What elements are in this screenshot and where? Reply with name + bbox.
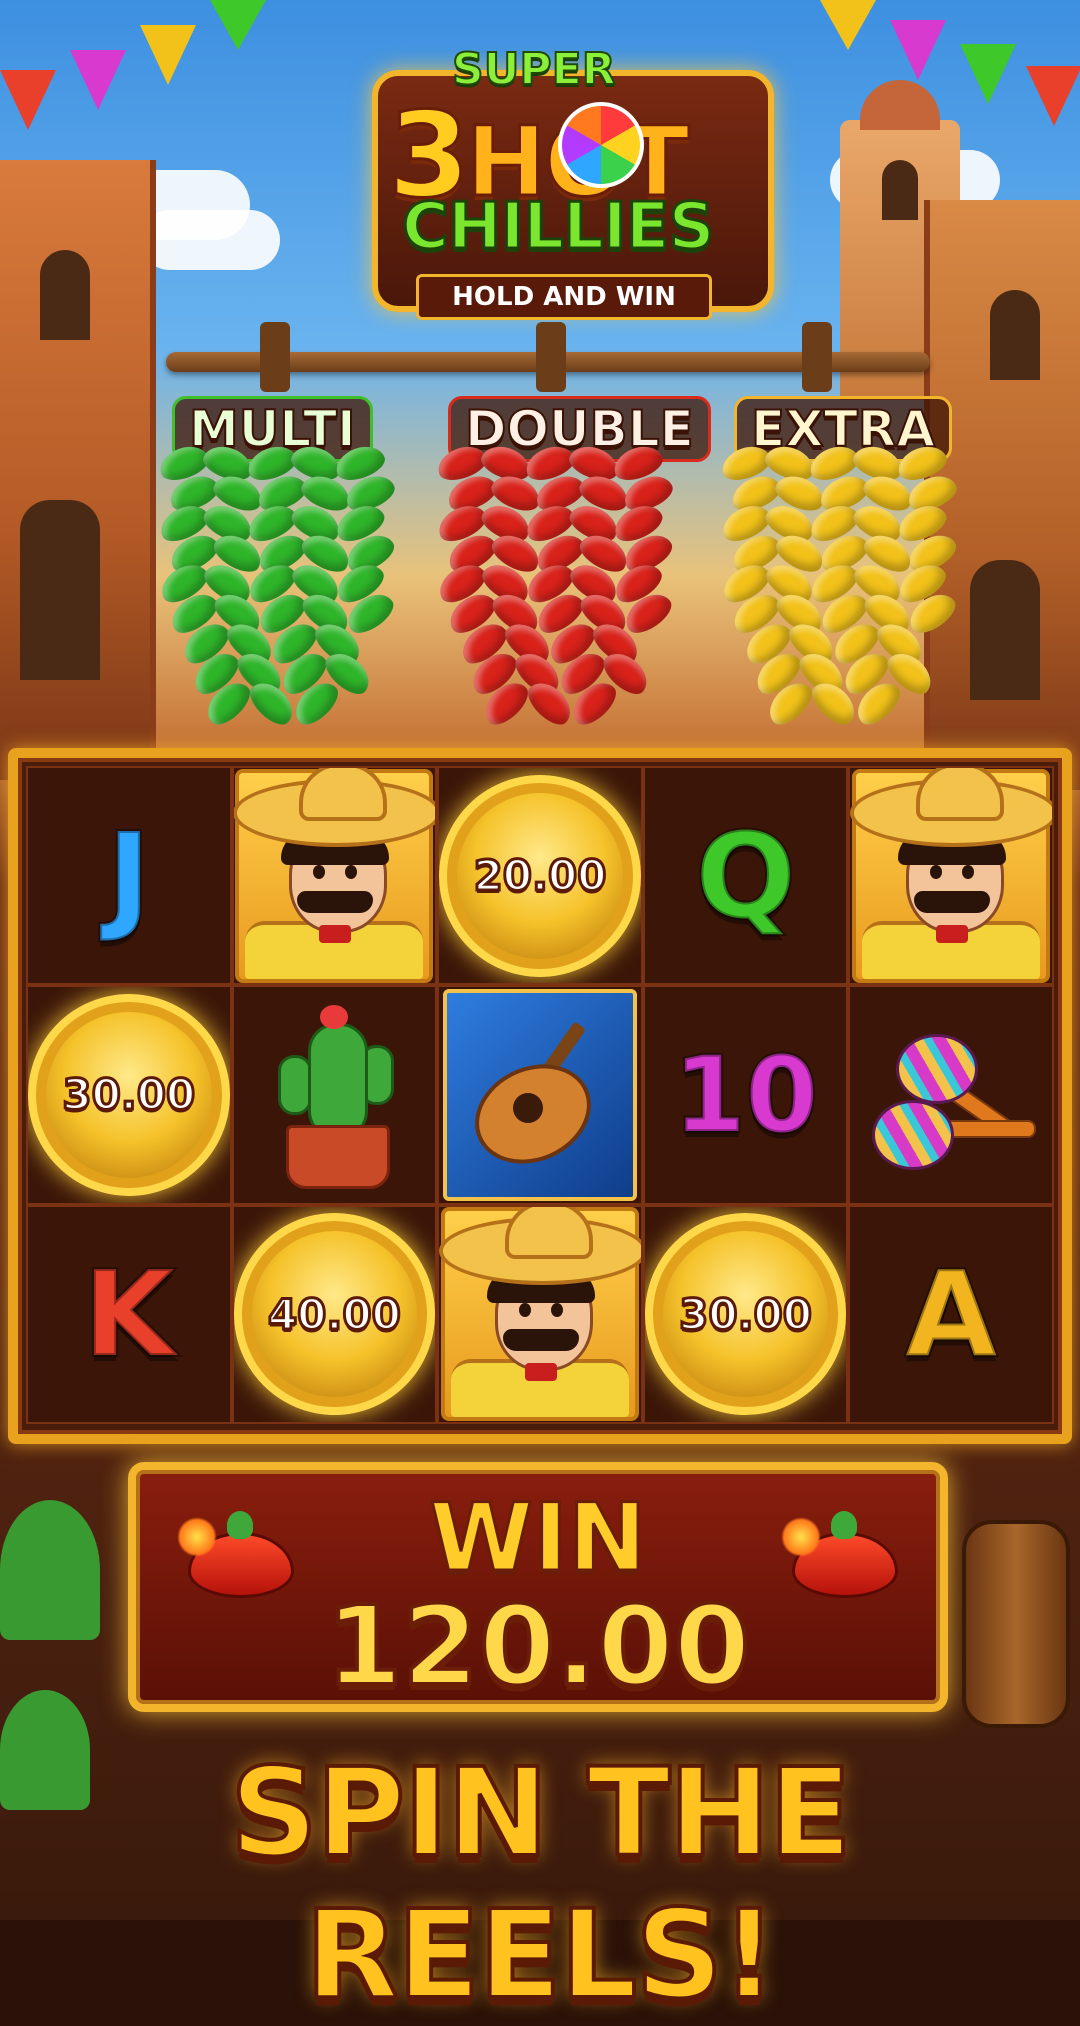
- win-amount: 120.00: [324, 1580, 752, 1712]
- reel-cell: J: [26, 766, 232, 986]
- coin-symbol: 40.00: [233, 1213, 436, 1416]
- mariachi-symbol: [850, 768, 1053, 983]
- spin-the-reels-banner[interactable]: SPIN THE REELS!: [0, 1740, 1080, 2026]
- reel-cell: 10: [642, 985, 849, 1205]
- plant-decor: [0, 1500, 100, 1640]
- barrel-decor: [962, 1520, 1070, 1728]
- game-logo: SUPER 3 HOT CHILLIES HOLD AND WIN: [372, 40, 774, 320]
- reel-cell: [848, 985, 1054, 1205]
- reel-cell: [848, 766, 1054, 986]
- reel-cell: [231, 985, 438, 1205]
- mariachi-symbol: [233, 768, 436, 983]
- yellow-pepper-bunch: [708, 440, 961, 733]
- coin-symbol: 30.00: [644, 1213, 847, 1416]
- reel-cell: Q: [642, 766, 849, 986]
- logo-tagline: HOLD AND WIN: [416, 274, 712, 320]
- coin-symbol: 30.00: [28, 993, 230, 1196]
- mariachi-symbol: [439, 1206, 641, 1422]
- beach-ball-icon: [558, 102, 644, 188]
- letter-symbol: J: [105, 805, 153, 947]
- win-label: WIN: [428, 1483, 648, 1595]
- coin-value: 20.00: [472, 850, 608, 902]
- reel-cell: [231, 766, 438, 986]
- reel-cell: 20.00: [437, 766, 643, 986]
- reel-cell: 30.00: [26, 985, 232, 1205]
- coin-symbol: 20.00: [439, 774, 641, 977]
- reel-cell: 40.00: [231, 1204, 438, 1424]
- green-pepper-bunch: [146, 440, 399, 733]
- cactus-symbol: [264, 1004, 404, 1189]
- letter-symbol: K: [81, 1243, 176, 1385]
- cloud: [140, 210, 280, 270]
- building-left: [0, 160, 156, 780]
- pole-hook: [802, 322, 832, 392]
- pole-hook: [260, 322, 290, 392]
- reel-cell: 30.00: [642, 1204, 849, 1424]
- letter-symbol: Q: [693, 805, 797, 947]
- guitar-symbol: [442, 988, 637, 1201]
- letter-symbol: 10: [671, 1032, 820, 1158]
- logo-chillies-text: CHILLIES: [401, 189, 717, 266]
- reel-cell: [437, 1204, 643, 1424]
- win-panel: WIN 120.00: [128, 1462, 948, 1712]
- coin-value: 30.00: [61, 1069, 197, 1121]
- letter-symbol: A: [904, 1243, 999, 1385]
- logo-super-text: SUPER: [451, 43, 617, 96]
- coin-value: 40.00: [266, 1288, 402, 1340]
- coin-value: 30.00: [678, 1288, 814, 1340]
- red-pepper-bunch: [424, 440, 677, 733]
- reel-cell: A: [848, 1204, 1054, 1424]
- pole-hook: [536, 322, 566, 392]
- maracas-symbol: [866, 1010, 1037, 1180]
- reel-grid: J 20.00 Q 30.00 10 K 40.00 30.00 A: [26, 766, 1054, 1424]
- reel-cell: K: [26, 1204, 232, 1424]
- reel-cell: [437, 985, 643, 1205]
